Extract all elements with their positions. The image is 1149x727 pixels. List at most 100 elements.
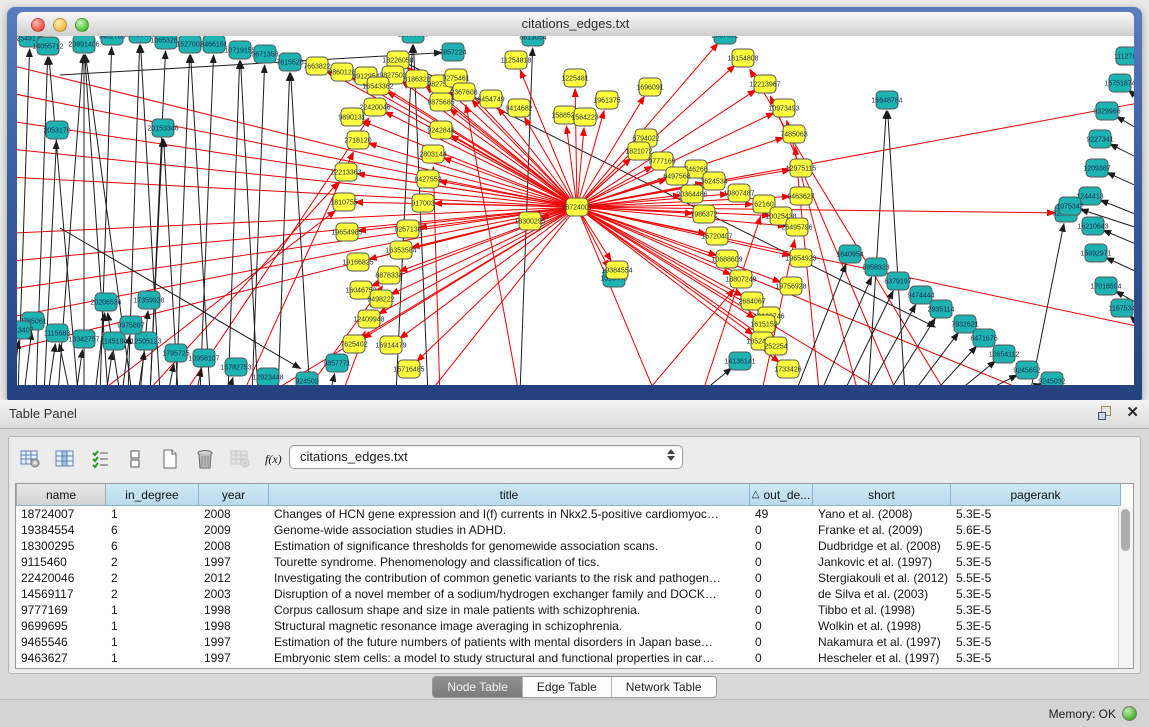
table-row[interactable]: 1872400712008Changes of HCN gene express… bbox=[16, 506, 1133, 522]
table-cell[interactable]: Dudbridge et al. (2008) bbox=[813, 538, 951, 554]
graph-edge[interactable] bbox=[252, 65, 265, 385]
graph-node[interactable]: 2087682 bbox=[711, 36, 738, 44]
tab-edge-table[interactable]: Edge Table bbox=[522, 677, 611, 697]
column-header-out_de[interactable]: △out_de... bbox=[750, 484, 813, 506]
graph-node[interactable]: 8471676 bbox=[970, 329, 997, 347]
graph-node[interactable]: 10807487 bbox=[723, 184, 754, 202]
graph-node[interactable]: 9482789 bbox=[98, 36, 125, 45]
graph-node[interactable]: 7615526 bbox=[276, 53, 303, 71]
graph-node[interactable]: 1821072 bbox=[625, 142, 652, 160]
delete-trash-icon[interactable] bbox=[194, 447, 216, 471]
graph-edge[interactable] bbox=[24, 332, 32, 385]
table-cell[interactable]: 2 bbox=[106, 586, 199, 602]
table-cell[interactable]: 0 bbox=[750, 602, 813, 618]
table-cell[interactable]: 0 bbox=[750, 554, 813, 570]
graph-node[interactable]: 12213967 bbox=[749, 75, 780, 93]
graph-node[interactable]: 2803144 bbox=[419, 145, 446, 163]
table-cell[interactable]: 5.3E-5 bbox=[951, 602, 1121, 618]
graph-node[interactable]: 9474444 bbox=[907, 286, 934, 304]
graph-node[interactable]: 17359928 bbox=[133, 291, 164, 309]
graph-node[interactable]: 1584223 bbox=[571, 108, 598, 126]
new-file-icon[interactable] bbox=[159, 447, 181, 471]
graph-edge[interactable] bbox=[1106, 258, 1134, 278]
scrollbar-thumb[interactable] bbox=[1121, 509, 1130, 551]
graph-node[interactable]: 15720407 bbox=[701, 227, 732, 245]
table-cell[interactable]: Tourette syndrome. Phenomenology and cla… bbox=[269, 554, 750, 570]
graph-node[interactable]: 12923448 bbox=[252, 368, 283, 385]
graph-node[interactable]: 17016504 bbox=[1090, 277, 1121, 295]
graph-node[interactable]: 9975887 bbox=[117, 316, 144, 334]
table-cell[interactable]: Estimation of the future numbers of pati… bbox=[269, 634, 750, 650]
table-row[interactable]: 911546021997Tourette syndrome. Phenomeno… bbox=[16, 554, 1133, 570]
graph-edge[interactable] bbox=[420, 207, 577, 385]
graph-node[interactable]: 19654985 bbox=[331, 223, 362, 241]
graph-node[interactable]: 9245032 bbox=[1038, 372, 1065, 385]
table-cell[interactable]: 2 bbox=[106, 554, 199, 570]
table-cell[interactable]: Investigating the contribution of common… bbox=[269, 570, 750, 586]
graph-node[interactable]: 20364486 bbox=[676, 185, 707, 203]
graph-node[interactable]: 1167534 bbox=[1109, 299, 1134, 317]
table-cell[interactable]: 5.5E-5 bbox=[951, 570, 1121, 586]
table-cell[interactable]: 9699695 bbox=[16, 618, 106, 634]
graph-node[interactable]: 1640954 bbox=[836, 245, 863, 263]
tab-network-table[interactable]: Network Table bbox=[611, 677, 716, 697]
table-row[interactable]: 1938455462009Genome-wide association stu… bbox=[16, 522, 1133, 538]
graph-edge[interactable] bbox=[888, 111, 905, 385]
table-cell[interactable]: 1 bbox=[106, 602, 199, 618]
table-cell[interactable]: Jankovic et al. (1997) bbox=[813, 554, 951, 570]
graph-node[interactable]: 7857224 bbox=[439, 43, 466, 61]
graph-edge[interactable] bbox=[1107, 173, 1134, 192]
table-row[interactable]: 1456911722003Disruption of a novel membe… bbox=[16, 586, 1133, 602]
graph-node[interactable]: 22420046 bbox=[359, 98, 390, 116]
graph-node[interactable]: 18807249 bbox=[725, 270, 756, 288]
graph-edge[interactable] bbox=[362, 121, 577, 207]
table-cell[interactable]: 2012 bbox=[199, 570, 269, 586]
graph-node[interactable]: 1145194 bbox=[101, 332, 128, 350]
table-cell[interactable]: Franke et al. (2009) bbox=[813, 522, 951, 538]
graph-edge[interactable] bbox=[640, 289, 734, 385]
column-header-title[interactable]: title bbox=[269, 484, 750, 506]
graph-node[interactable]: 11254818 bbox=[501, 51, 532, 69]
graph-edge[interactable] bbox=[330, 374, 335, 385]
table-cell[interactable]: 2003 bbox=[199, 586, 269, 602]
float-panel-icon[interactable] bbox=[1098, 405, 1114, 421]
graph-node[interactable]: 12409948 bbox=[353, 310, 384, 328]
graph-node[interactable]: 2935114 bbox=[928, 300, 955, 318]
graph-edge[interactable] bbox=[417, 207, 577, 361]
graph-node[interactable]: 12505123 bbox=[130, 332, 161, 350]
table-cell[interactable]: 14569117 bbox=[16, 586, 106, 602]
graph-edge[interactable] bbox=[700, 368, 732, 385]
table-cell[interactable]: 1 bbox=[106, 634, 199, 650]
table-cell[interactable]: 5.3E-5 bbox=[951, 586, 1121, 602]
graph-node[interactable]: 8427552 bbox=[414, 170, 441, 188]
graph-node[interactable]: 1075342 bbox=[1056, 197, 1083, 215]
graph-edge[interactable] bbox=[17, 207, 577, 360]
graph-edge[interactable] bbox=[176, 55, 190, 385]
table-cell[interactable]: 1997 bbox=[199, 554, 269, 570]
table-cell[interactable]: 9777169 bbox=[16, 602, 106, 618]
graph-node[interactable]: 6497568 bbox=[663, 167, 690, 185]
table-cell[interactable]: de Silva et al. (2003) bbox=[813, 586, 951, 602]
table-cell[interactable]: Changes of HCN gene expression and I(f) … bbox=[269, 506, 750, 522]
table-row[interactable]: 2242004622012Investigating the contribut… bbox=[16, 570, 1133, 586]
graph-edge[interactable] bbox=[168, 364, 174, 385]
tab-node-table[interactable]: Node Table bbox=[433, 677, 522, 697]
graph-node[interactable]: 9242848 bbox=[427, 121, 454, 139]
graph-edge[interactable] bbox=[1128, 90, 1134, 108]
table-cell[interactable]: Disruption of a novel member of a sodium… bbox=[269, 586, 750, 602]
table-cell[interactable]: 1998 bbox=[199, 602, 269, 618]
graph-node[interactable]: 19654923 bbox=[785, 249, 816, 267]
graph-edge[interactable] bbox=[413, 45, 428, 385]
graph-node[interactable]: 16648784 bbox=[871, 91, 902, 109]
table-cell[interactable]: Nakamura et al. (1997) bbox=[813, 634, 951, 650]
table-cell[interactable]: 1998 bbox=[199, 618, 269, 634]
table-cell[interactable]: 5.3E-5 bbox=[951, 618, 1121, 634]
graph-node[interactable]: 7663822 bbox=[303, 57, 330, 75]
import-table-icon[interactable] bbox=[229, 447, 251, 471]
table-cell[interactable]: 2008 bbox=[199, 506, 269, 522]
graph-edge[interactable] bbox=[795, 264, 846, 385]
graph-node[interactable]: 10688609 bbox=[711, 250, 742, 268]
table-cell[interactable]: 5.3E-5 bbox=[951, 506, 1121, 522]
graph-node[interactable]: 16154808 bbox=[727, 49, 758, 67]
graph-edge[interactable] bbox=[278, 73, 290, 385]
